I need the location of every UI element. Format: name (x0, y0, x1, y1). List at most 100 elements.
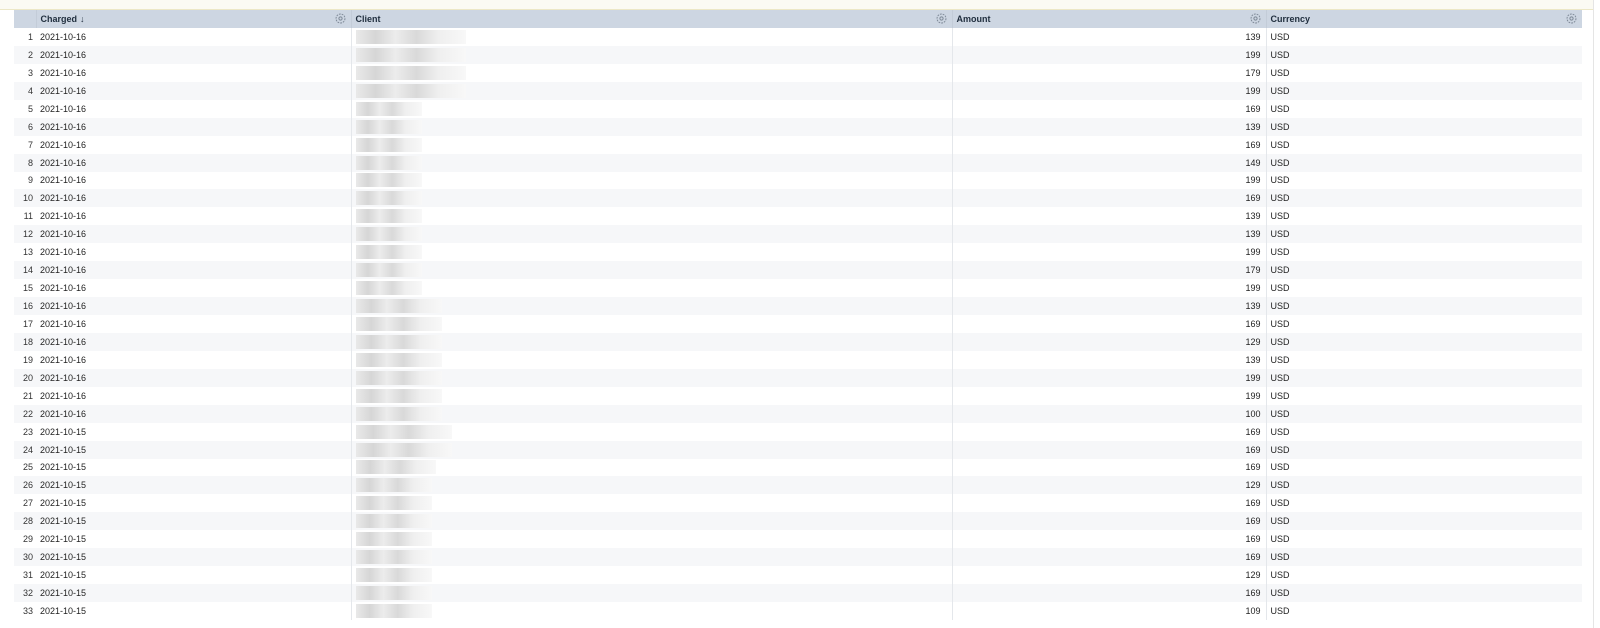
table-row[interactable]: 20 2021-10-16 199 USD (14, 368, 1582, 387)
table-row[interactable]: 6 2021-10-16 139 USD (14, 117, 1582, 136)
table-row[interactable]: 26 2021-10-15 129 USD (14, 476, 1582, 495)
currency-cell[interactable]: USD (1266, 387, 1582, 405)
charged-cell[interactable]: 2021-10-16 (36, 261, 352, 280)
table-row[interactable]: 14 2021-10-16 179 USD (14, 261, 1582, 280)
currency-cell[interactable]: USD (1266, 602, 1582, 620)
client-cell[interactable] (351, 279, 953, 298)
client-cell[interactable] (351, 332, 953, 351)
currency-cell[interactable]: USD (1266, 189, 1582, 207)
currency-cell[interactable]: USD (1266, 225, 1582, 243)
currency-cell[interactable]: USD (1266, 154, 1582, 172)
table-row[interactable]: 27 2021-10-15 169 USD (14, 494, 1582, 513)
table-row[interactable]: 25 2021-10-15 169 USD (14, 458, 1582, 477)
table-row[interactable]: 9 2021-10-16 199 USD (14, 171, 1582, 190)
client-cell[interactable] (351, 315, 953, 333)
table-row[interactable]: 4 2021-10-16 199 USD (14, 81, 1582, 100)
client-cell[interactable] (351, 422, 953, 441)
table-row[interactable]: 30 2021-10-15 169 USD (14, 548, 1582, 567)
currency-cell[interactable]: USD (1266, 548, 1582, 566)
charged-cell[interactable]: 2021-10-15 (36, 512, 352, 531)
client-cell[interactable] (351, 243, 953, 262)
charged-cell[interactable]: 2021-10-15 (36, 458, 352, 477)
amount-cell[interactable]: 169 (952, 512, 1267, 531)
amount-cell[interactable]: 179 (952, 261, 1267, 280)
table-row[interactable]: 23 2021-10-15 169 USD (14, 422, 1582, 441)
client-cell[interactable] (351, 297, 953, 315)
charged-cell[interactable]: 2021-10-16 (36, 99, 352, 118)
table-row[interactable]: 16 2021-10-16 139 USD (14, 297, 1582, 315)
amount-cell[interactable]: 199 (952, 386, 1267, 405)
client-cell[interactable] (351, 135, 953, 154)
amount-cell[interactable]: 169 (952, 189, 1267, 208)
amount-cell[interactable]: 129 (952, 332, 1267, 351)
client-cell[interactable] (351, 225, 953, 244)
amount-cell[interactable]: 139 (952, 297, 1267, 315)
currency-cell[interactable]: USD (1266, 441, 1582, 459)
table-row[interactable]: 32 2021-10-15 169 USD (14, 584, 1582, 602)
client-cell[interactable] (351, 368, 953, 387)
client-cell[interactable] (351, 117, 953, 136)
table-row[interactable]: 13 2021-10-16 199 USD (14, 243, 1582, 262)
amount-cell[interactable]: 139 (952, 350, 1267, 369)
client-cell[interactable] (351, 584, 953, 602)
charged-cell[interactable]: 2021-10-15 (36, 548, 352, 567)
currency-cell[interactable]: USD (1266, 512, 1582, 530)
currency-cell[interactable]: USD (1266, 315, 1582, 333)
table-row[interactable]: 24 2021-10-15 169 USD (14, 440, 1582, 459)
table-row[interactable]: 12 2021-10-16 139 USD (14, 225, 1582, 244)
table-row[interactable]: 2 2021-10-16 199 USD (14, 45, 1582, 64)
table-row[interactable]: 15 2021-10-16 199 USD (14, 279, 1582, 298)
currency-cell[interactable]: USD (1266, 64, 1582, 82)
currency-cell[interactable]: USD (1266, 369, 1582, 387)
currency-cell[interactable]: USD (1266, 297, 1582, 315)
currency-cell[interactable]: USD (1266, 261, 1582, 279)
currency-cell[interactable]: USD (1266, 28, 1582, 46)
charged-cell[interactable]: 2021-10-16 (36, 315, 352, 333)
table-row[interactable]: 28 2021-10-15 169 USD (14, 512, 1582, 531)
charged-cell[interactable]: 2021-10-16 (36, 297, 352, 315)
amount-cell[interactable]: 139 (952, 117, 1267, 136)
charged-cell[interactable]: 2021-10-16 (36, 81, 352, 100)
table-row[interactable]: 8 2021-10-16 149 USD (14, 153, 1582, 172)
charged-cell[interactable]: 2021-10-16 (36, 350, 352, 369)
charged-cell[interactable]: 2021-10-15 (36, 494, 352, 513)
table-row[interactable]: 7 2021-10-16 169 USD (14, 135, 1582, 154)
currency-cell[interactable]: USD (1266, 459, 1582, 477)
client-cell[interactable] (351, 189, 953, 208)
client-cell[interactable] (351, 171, 953, 190)
amount-cell[interactable]: 199 (952, 279, 1267, 298)
table-row[interactable]: 21 2021-10-16 199 USD (14, 386, 1582, 405)
client-cell[interactable] (351, 602, 953, 620)
table-row[interactable]: 3 2021-10-16 179 USD (14, 63, 1582, 82)
charged-cell[interactable]: 2021-10-16 (36, 153, 352, 172)
table-row[interactable]: 11 2021-10-16 139 USD (14, 207, 1582, 226)
amount-cell[interactable]: 169 (952, 315, 1267, 333)
amount-cell[interactable]: 199 (952, 171, 1267, 190)
amount-cell[interactable]: 169 (952, 458, 1267, 477)
currency-cell[interactable]: USD (1266, 82, 1582, 100)
client-cell[interactable] (351, 207, 953, 226)
amount-cell[interactable]: 169 (952, 135, 1267, 154)
amount-cell[interactable]: 169 (952, 548, 1267, 567)
amount-cell[interactable]: 199 (952, 243, 1267, 262)
currency-cell[interactable]: USD (1266, 584, 1582, 602)
client-cell[interactable] (351, 386, 953, 405)
charged-cell[interactable]: 2021-10-16 (36, 135, 352, 154)
currency-cell[interactable]: USD (1266, 100, 1582, 118)
table-row[interactable]: 1 2021-10-16 139 USD (14, 28, 1582, 46)
amount-cell[interactable]: 139 (952, 28, 1267, 46)
amount-cell[interactable]: 169 (952, 494, 1267, 513)
client-cell[interactable] (351, 99, 953, 118)
charged-cell[interactable]: 2021-10-15 (36, 440, 352, 459)
amount-cell[interactable]: 169 (952, 99, 1267, 118)
table-row[interactable]: 33 2021-10-15 109 USD (14, 602, 1582, 620)
charged-cell[interactable]: 2021-10-15 (36, 584, 352, 602)
amount-cell[interactable]: 100 (952, 404, 1267, 423)
currency-cell[interactable]: USD (1266, 136, 1582, 154)
client-cell[interactable] (351, 512, 953, 531)
table-row[interactable]: 5 2021-10-16 169 USD (14, 99, 1582, 118)
charged-cell[interactable]: 2021-10-15 (36, 566, 352, 585)
table-row[interactable]: 31 2021-10-15 129 USD (14, 566, 1582, 585)
table-row[interactable]: 18 2021-10-16 129 USD (14, 332, 1582, 351)
column-header-client[interactable]: Client (351, 10, 953, 28)
